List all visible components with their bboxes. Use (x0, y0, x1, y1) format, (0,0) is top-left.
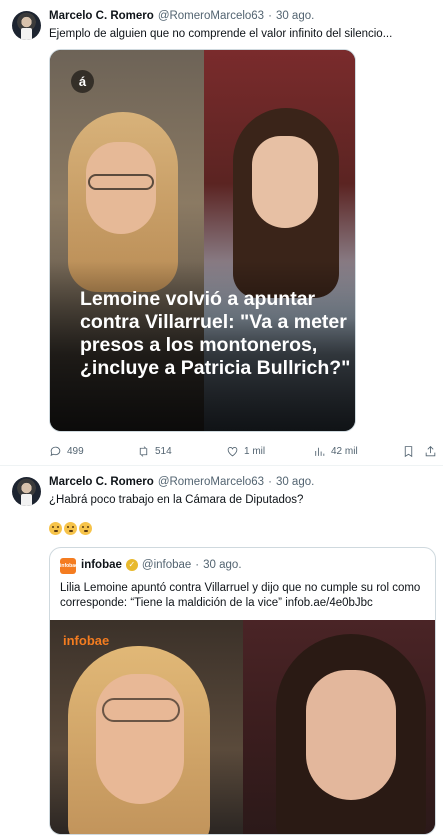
thinking-face-icon (49, 522, 62, 535)
thinking-face-icon (79, 522, 92, 535)
bookmark-button[interactable] (402, 441, 415, 461)
separator-dot: · (268, 476, 272, 488)
tweet-media[interactable]: á Lemoine volvió a apuntar contra Villar… (49, 49, 356, 432)
views-count: 42 mil (331, 445, 358, 457)
author-name[interactable]: Marcelo C. Romero (49, 10, 154, 22)
author-handle[interactable]: @RomeroMarcelo63 (158, 476, 264, 488)
media-headline: Lemoine volvió a apuntar contra Villarru… (80, 288, 351, 379)
quote-media[interactable]: infobae (50, 620, 435, 834)
tweet[interactable]: Marcelo C. Romero @RomeroMarcelo63 · 30 … (0, 0, 443, 466)
quote-author-name[interactable]: infobae (81, 559, 122, 571)
repost-count: 514 (155, 445, 172, 457)
face-shape (252, 136, 318, 228)
glasses-shape (88, 174, 154, 190)
quote-timestamp[interactable]: 30 ago. (203, 559, 241, 571)
quote-header: infobae ✓ @infobae · 30 ago. (81, 559, 242, 571)
bookmark-icon (404, 445, 413, 457)
avatar[interactable] (12, 11, 41, 40)
tweet-actions: 499 514 1 mil 42 mil (49, 441, 437, 461)
infobae-avatar[interactable]: infobae (60, 558, 78, 574)
verified-badge-icon: ✓ (125, 559, 138, 571)
separator-dot: · (195, 559, 200, 571)
brand-logo: á (71, 70, 94, 93)
author-name[interactable]: Marcelo C. Romero (49, 476, 154, 488)
tweet-header: Marcelo C. Romero @RomeroMarcelo63 · 30 … (49, 476, 314, 488)
tweet-text: ¿Habrá poco trabajo en la Cámara de Dipu… (49, 494, 304, 506)
like-button[interactable]: 1 mil (226, 441, 265, 461)
quoted-tweet[interactable]: infobae infobae ✓ @infobae · 30 ago. Lil… (49, 547, 436, 835)
thinking-face-icon (64, 522, 77, 535)
author-handle[interactable]: @RomeroMarcelo63 (158, 10, 264, 22)
glasses-shape (102, 698, 180, 722)
reply-count: 499 (67, 445, 84, 457)
face-shape (306, 670, 396, 800)
bar-chart-icon (315, 447, 325, 456)
tweet-text: Ejemplo de alguien que no comprende el v… (49, 28, 393, 40)
repost-button[interactable]: 514 (137, 441, 172, 461)
share-icon (425, 445, 436, 456)
views-button[interactable]: 42 mil (313, 441, 358, 461)
timestamp[interactable]: 30 ago. (276, 10, 314, 22)
repost-icon (139, 445, 148, 457)
share-button[interactable] (424, 441, 437, 461)
face-shape (96, 674, 184, 804)
infobae-watermark: infobae (63, 633, 110, 648)
emoji-row (49, 522, 92, 535)
heart-icon (227, 446, 238, 456)
tweet-header: Marcelo C. Romero @RomeroMarcelo63 · 30 … (49, 10, 314, 22)
reply-icon (50, 446, 61, 456)
like-count: 1 mil (244, 445, 266, 457)
separator-dot: · (268, 10, 272, 22)
quote-text: Lilia Lemoine apuntó contra Villarruel y… (60, 582, 421, 609)
timestamp[interactable]: 30 ago. (276, 476, 314, 488)
quote-author-handle[interactable]: @infobae (142, 559, 191, 571)
reply-button[interactable]: 499 (49, 441, 84, 461)
avatar[interactable] (12, 477, 41, 506)
